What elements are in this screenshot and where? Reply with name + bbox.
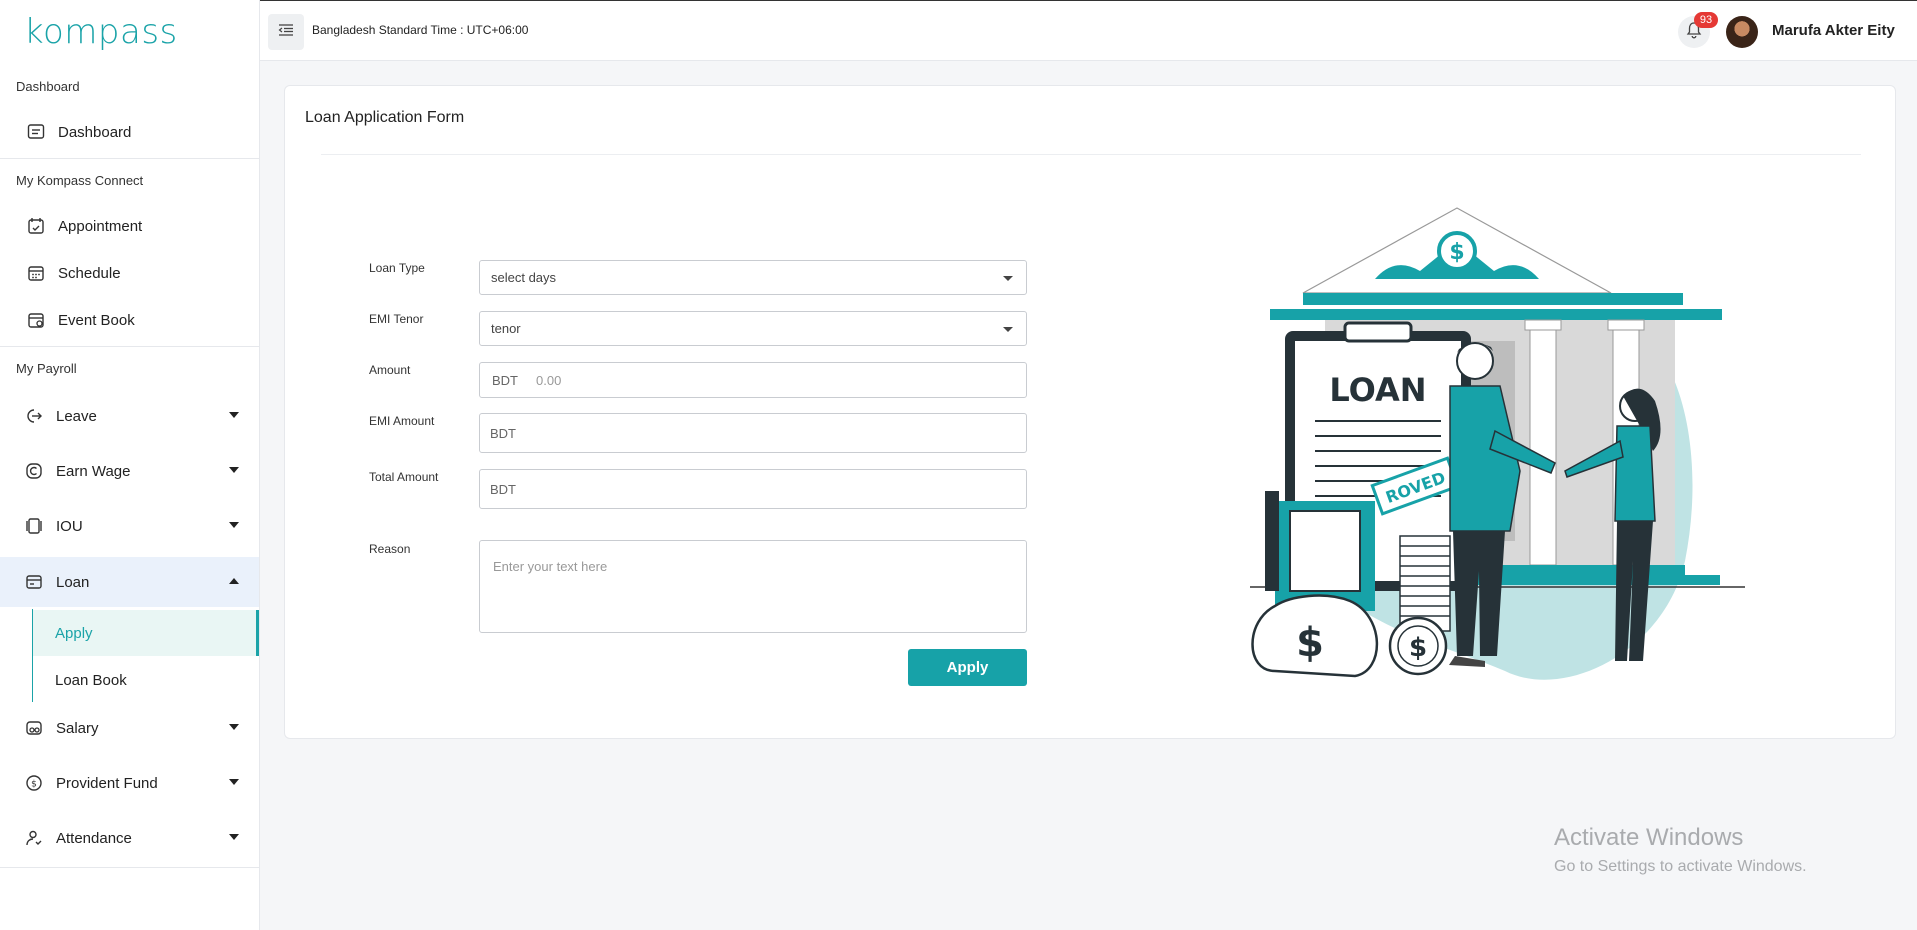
chevron-down-icon: [229, 522, 239, 528]
chevron-down-icon: [229, 467, 239, 473]
sidebar-item-event-book[interactable]: Event Book: [0, 298, 259, 342]
loan-type-label: Loan Type: [369, 261, 425, 275]
emi-amount-label: EMI Amount: [369, 414, 435, 428]
chevron-down-icon: [1003, 327, 1013, 332]
wage-icon: [24, 461, 44, 481]
menu-toggle-button[interactable]: [268, 14, 304, 50]
sidebar-item-loan[interactable]: Loan: [0, 557, 259, 607]
user-check-icon: [24, 828, 44, 848]
total-amount-field[interactable]: BDT: [479, 469, 1027, 509]
dashboard-icon: [26, 122, 46, 142]
svg-text:$: $: [1409, 633, 1427, 663]
kompass-logo[interactable]: kompass: [24, 12, 178, 52]
emi-amount-field[interactable]: BDT: [479, 413, 1027, 453]
sidebar-subitem-apply[interactable]: Apply: [33, 610, 259, 656]
loan-form-card: Loan Application Form Loan Type select d…: [284, 85, 1896, 739]
sidebar-item-salary[interactable]: Salary: [0, 706, 259, 750]
sidebar-item-label: Loan: [56, 573, 90, 591]
amount-placeholder: 0.00: [536, 372, 562, 388]
amount-input[interactable]: BDT 0.00: [479, 362, 1027, 398]
document-icon: [24, 516, 44, 536]
loan-approval-illustration: $ LOAN ROVED $ $: [1250, 207, 1745, 680]
menu-collapse-icon: [278, 23, 294, 42]
chevron-down-icon: [1003, 276, 1013, 281]
avatar[interactable]: [1726, 16, 1758, 48]
amount-label: Amount: [369, 363, 411, 377]
sidebar-item-appointment[interactable]: Appointment: [0, 204, 259, 248]
section-title-dashboard: Dashboard: [16, 79, 80, 94]
sidebar-item-label: Schedule: [58, 264, 121, 282]
chevron-down-icon: [229, 834, 239, 840]
appointment-icon: [26, 216, 46, 236]
emi-tenor-select[interactable]: tenor: [479, 311, 1027, 346]
emi-tenor-value: tenor: [491, 321, 521, 336]
loan-type-value: select days: [491, 270, 557, 285]
sidebar-item-schedule[interactable]: Schedule: [0, 251, 259, 295]
event-calendar-icon: [26, 310, 46, 330]
sidebar-item-label: Salary: [56, 719, 99, 737]
reason-textarea[interactable]: Enter your text here: [479, 540, 1027, 633]
salary-icon: [24, 718, 44, 738]
sidebar-item-label: Provident Fund: [56, 774, 158, 792]
windows-activation-watermark: Activate Windows Go to Settings to activ…: [1554, 824, 1807, 876]
chevron-down-icon: [229, 412, 239, 418]
reason-placeholder: Enter your text here: [493, 559, 608, 574]
calendar-icon: [26, 263, 46, 283]
chevron-up-icon: [229, 578, 239, 584]
sidebar-item-provident-fund[interactable]: $ Provident Fund: [0, 761, 259, 805]
apply-button[interactable]: Apply: [908, 649, 1027, 686]
sidebar-item-earn-wage[interactable]: Earn Wage: [0, 449, 259, 493]
section-title-payroll: My Payroll: [16, 361, 77, 376]
sidebar-item-dashboard[interactable]: Dashboard: [0, 110, 259, 154]
emi-amount-value: BDT: [490, 425, 516, 441]
total-amount-label: Total Amount: [369, 470, 439, 484]
emi-tenor-label: EMI Tenor: [369, 312, 424, 326]
loan-type-select[interactable]: select days: [479, 260, 1027, 295]
divider: [0, 867, 259, 868]
page-title: Loan Application Form: [305, 109, 465, 126]
divider: [321, 154, 1861, 155]
svg-text:$: $: [1449, 240, 1464, 265]
currency-prefix: BDT: [492, 372, 518, 388]
sidebar-item-attendance[interactable]: Attendance: [0, 816, 259, 860]
watermark-subtitle: Go to Settings to activate Windows.: [1554, 858, 1807, 875]
divider: [0, 158, 259, 159]
timezone-label: Bangladesh Standard Time : UTC+06:00: [312, 23, 529, 37]
svg-text:$: $: [31, 780, 37, 790]
sidebar-subitem-loan-book[interactable]: Loan Book: [33, 657, 259, 703]
sidebar-item-label: Earn Wage: [56, 462, 131, 480]
svg-text:$: $: [1296, 620, 1324, 666]
sidebar-item-label: Attendance: [56, 829, 132, 847]
logout-arrow-icon: [24, 406, 44, 426]
topbar: Bangladesh Standard Time : UTC+06:00 93 …: [260, 0, 1917, 61]
reason-label: Reason: [369, 542, 411, 556]
total-amount-value: BDT: [490, 481, 516, 497]
user-name[interactable]: Marufa Akter Eity: [1772, 22, 1895, 39]
notification-count-badge: 93: [1694, 12, 1718, 28]
sidebar-item-label: Event Book: [58, 311, 135, 329]
sidebar-item-label: Leave: [56, 407, 97, 425]
section-title-connect: My Kompass Connect: [16, 173, 144, 188]
sidebar-item-iou[interactable]: IOU: [0, 504, 259, 548]
sidebar-item-label: Appointment: [58, 217, 143, 235]
divider: [0, 346, 259, 347]
sidebar: kompass Dashboard Dashboard My Kompass C…: [0, 0, 260, 930]
illustration-heading: LOAN: [1329, 371, 1426, 409]
chevron-down-icon: [229, 724, 239, 730]
sidebar-item-leave[interactable]: Leave: [0, 394, 259, 438]
watermark-title: Activate Windows: [1554, 824, 1744, 851]
chevron-down-icon: [229, 779, 239, 785]
dollar-coin-icon: $: [24, 773, 44, 793]
loan-card-icon: [24, 572, 44, 592]
sidebar-item-label: Dashboard: [58, 123, 132, 141]
sidebar-item-label: IOU: [56, 517, 83, 535]
